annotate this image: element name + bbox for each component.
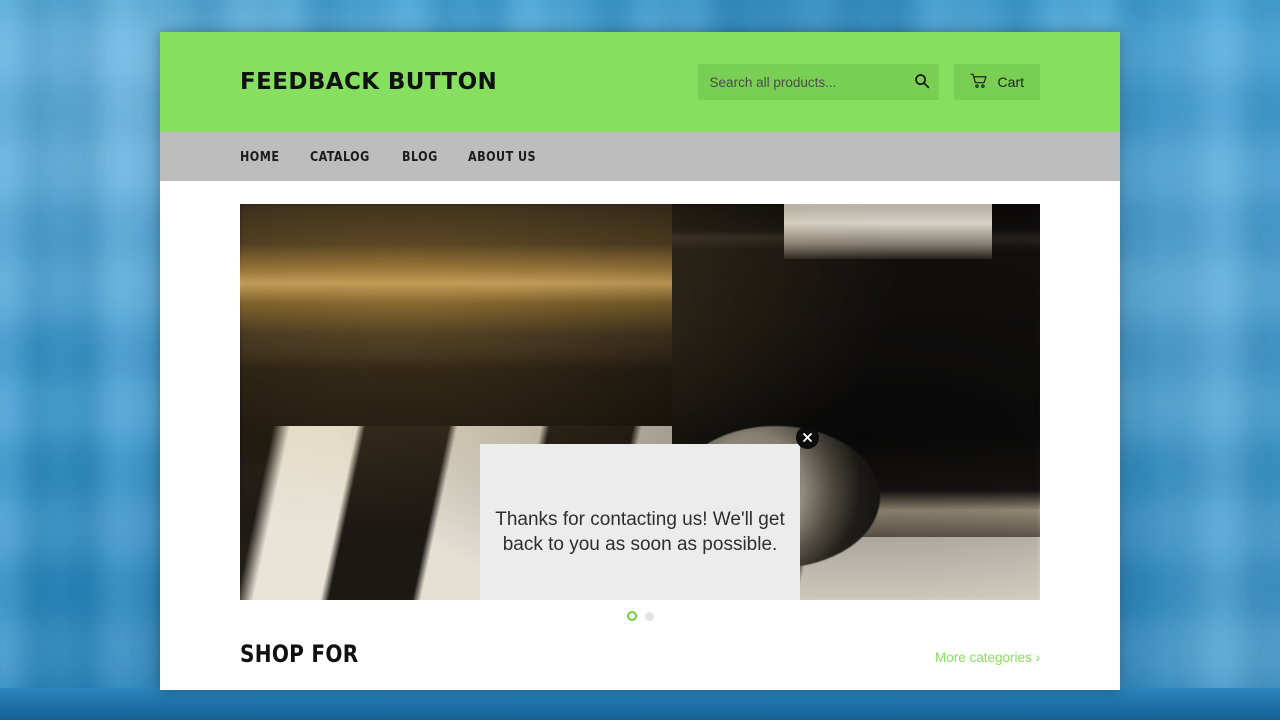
main-content: Thanks for contacting us! We'll get back… <box>160 181 1120 690</box>
page-title: SHOP FOR <box>240 640 359 668</box>
search-icon <box>914 73 930 92</box>
desktop-taskbar <box>0 688 1280 720</box>
modal-panel: Thanks for contacting us! We'll get back… <box>480 444 800 600</box>
nav-item-about-us[interactable]: ABOUT US <box>468 149 536 165</box>
cart-button[interactable]: Cart <box>953 64 1040 100</box>
slideshow-dot-2[interactable] <box>644 611 654 621</box>
nav-item-blog[interactable]: BLOG <box>402 149 438 165</box>
close-icon[interactable] <box>796 426 819 449</box>
header-actions: Cart <box>697 64 1040 100</box>
cart-label: Cart <box>997 74 1024 90</box>
shop-for-section-header: SHOP FOR More categories › <box>240 632 1040 668</box>
nav-item-home[interactable]: HOME <box>240 149 279 165</box>
hero-slideshow[interactable]: Thanks for contacting us! We'll get back… <box>240 204 1040 600</box>
search-submit-button[interactable] <box>905 64 939 100</box>
feedback-modal: Thanks for contacting us! We'll get back… <box>480 426 819 600</box>
empty-collections-note: You don't have any collections to show h… <box>240 668 1040 690</box>
site-header: FEEDBACK BUTTON Search all products... C… <box>160 32 1120 132</box>
search-form <box>697 64 939 100</box>
slideshow-dot-1[interactable] <box>626 611 637 621</box>
more-categories-link[interactable]: More categories › <box>935 650 1040 665</box>
site-logo[interactable]: FEEDBACK BUTTON <box>240 69 497 95</box>
modal-message: Thanks for contacting us! We'll get back… <box>495 509 785 555</box>
main-navigation: HOME CATALOG BLOG ABOUT US <box>160 132 1120 181</box>
nav-item-catalog[interactable]: CATALOG <box>310 149 370 165</box>
search-input[interactable] <box>697 64 905 100</box>
shopping-cart-icon <box>969 73 989 92</box>
slideshow-pagination <box>240 600 1040 632</box>
browser-page: FEEDBACK BUTTON Search all products... C… <box>160 32 1120 690</box>
